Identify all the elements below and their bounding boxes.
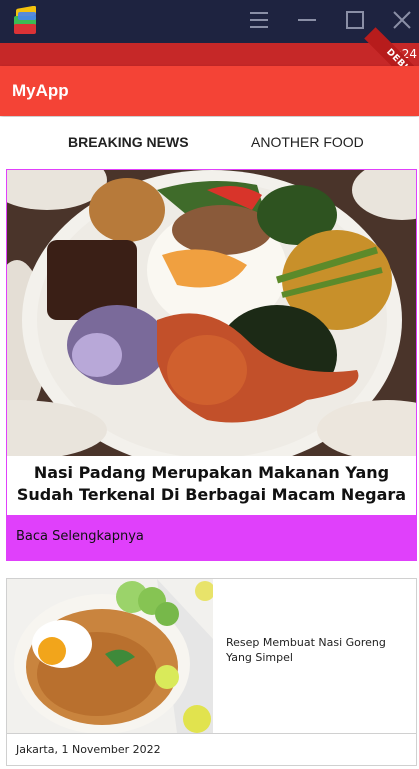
read-more-button[interactable]: Baca Selengkapnya bbox=[7, 515, 416, 560]
app-bar: MyApp bbox=[0, 66, 419, 116]
emulator-title-bar bbox=[0, 0, 419, 43]
minimize-icon[interactable] bbox=[295, 8, 319, 32]
nasi-padang-image bbox=[7, 170, 416, 456]
feature-card-title: Nasi Padang Merupakan Makanan Yang Sudah… bbox=[16, 463, 407, 504]
status-bar: 11:24 bbox=[0, 43, 419, 66]
feature-news-card[interactable]: Nasi Padang Merupakan Makanan Yang Sudah… bbox=[6, 169, 417, 561]
tab-breaking-news[interactable]: BREAKING NEWS bbox=[68, 117, 189, 167]
nasi-goreng-image bbox=[7, 579, 213, 733]
read-more-label: Baca Selengkapnya bbox=[16, 529, 144, 544]
bluestacks-logo-icon bbox=[14, 6, 36, 34]
list-card-footer: Jakarta, 1 November 2022 bbox=[7, 733, 416, 765]
maximize-icon[interactable] bbox=[343, 8, 367, 32]
menu-icon[interactable] bbox=[247, 8, 271, 32]
list-news-card[interactable]: Resep Membuat Nasi Goreng Yang Simpel Ja… bbox=[6, 578, 417, 766]
close-icon[interactable] bbox=[390, 8, 414, 32]
tab-bar: BREAKING NEWS ANOTHER FOOD bbox=[0, 117, 419, 167]
app-title: MyApp bbox=[12, 81, 69, 100]
list-card-title: Resep Membuat Nasi Goreng Yang Simpel bbox=[226, 636, 386, 664]
list-card-date: Jakarta, 1 November 2022 bbox=[16, 743, 161, 756]
tab-another-food[interactable]: ANOTHER FOOD bbox=[251, 117, 364, 167]
